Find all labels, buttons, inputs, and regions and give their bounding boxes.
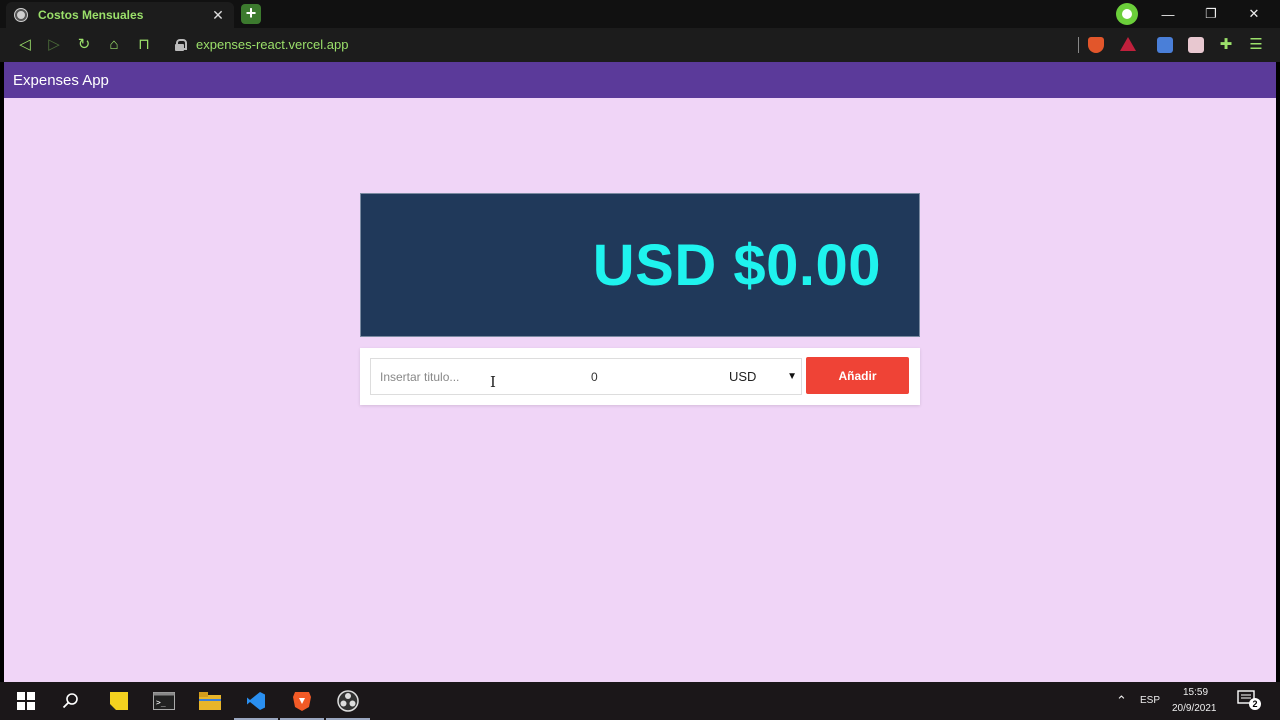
svg-text:>_: >_: [156, 698, 166, 707]
total-amount: USD $0.00: [592, 232, 881, 298]
tab-title: Costos Mensuales: [38, 8, 144, 22]
clock-date[interactable]: 20/9/2021: [1172, 703, 1217, 714]
menu-icon[interactable]: ☰: [1248, 37, 1264, 53]
lock-icon[interactable]: [175, 39, 187, 51]
vpn-extension-icon[interactable]: [1116, 3, 1138, 25]
close-window-button[interactable]: ✕: [1232, 0, 1276, 28]
clock-time[interactable]: 15:59: [1183, 687, 1208, 698]
home-icon[interactable]: ⌂: [104, 35, 124, 55]
file-explorer-icon[interactable]: [196, 687, 224, 715]
puzzle-icon[interactable]: ✚: [1218, 37, 1234, 53]
obs-studio-icon[interactable]: [326, 687, 370, 720]
forward-icon[interactable]: ▷: [44, 35, 64, 55]
add-button[interactable]: Añadir: [806, 357, 909, 394]
minimize-button[interactable]: —: [1146, 0, 1190, 28]
reload-icon[interactable]: ↻: [74, 35, 94, 55]
text-cursor-icon: I: [490, 373, 496, 391]
chevron-down-icon: ▼: [787, 371, 797, 382]
restore-button[interactable]: ❐: [1189, 0, 1233, 28]
currency-select-value: USD: [729, 369, 757, 384]
browser-toolbar: ◁ ▷ ↻ ⌂ ⊓ expenses-react.vercel.app ✚ ☰: [0, 28, 1280, 62]
tab-close-icon[interactable]: ✕: [210, 7, 226, 24]
terminal-icon[interactable]: >_: [150, 687, 178, 715]
notification-count-badge: 2: [1249, 698, 1261, 710]
search-icon[interactable]: [57, 687, 85, 715]
brave-shield-icon[interactable]: [1088, 37, 1104, 53]
extension-icon[interactable]: [1188, 37, 1204, 53]
chevron-up-icon[interactable]: ⌃: [1116, 693, 1127, 709]
app-title: Expenses App: [13, 71, 109, 89]
brave-browser-icon[interactable]: [280, 687, 324, 720]
total-card: USD $0.00: [360, 193, 920, 337]
brave-rewards-icon[interactable]: [1120, 37, 1136, 51]
amount-input[interactable]: [591, 359, 711, 394]
language-indicator[interactable]: ESP: [1140, 695, 1160, 706]
back-icon[interactable]: ◁: [15, 35, 35, 55]
input-group: USD ▼: [370, 358, 802, 395]
currency-select[interactable]: USD ▼: [723, 359, 801, 394]
bookmark-icon[interactable]: ⊓: [134, 35, 154, 55]
vscode-icon[interactable]: [234, 687, 278, 720]
notification-center-icon[interactable]: 2: [1236, 688, 1261, 712]
taskbar: >_ ⌃ ESP 15:59 20/9/2021 2: [0, 682, 1280, 720]
toolbar-divider: [1078, 37, 1079, 53]
page-content: Expenses App USD $0.00 USD ▼ Añadir I: [4, 62, 1276, 682]
globe-icon: [14, 8, 28, 22]
browser-tab-strip: Costos Mensuales ✕ + — ❐ ✕: [0, 0, 1280, 28]
sticky-notes-icon[interactable]: [105, 687, 133, 715]
expense-form: USD ▼ Añadir: [360, 348, 920, 405]
address-bar[interactable]: expenses-react.vercel.app: [196, 37, 348, 52]
windows-start-icon[interactable]: [12, 687, 40, 715]
tab-costos-mensuales[interactable]: Costos Mensuales ✕: [6, 2, 234, 28]
translate-icon[interactable]: [1157, 37, 1173, 53]
new-tab-button[interactable]: +: [241, 4, 261, 24]
app-header: Expenses App: [4, 62, 1276, 98]
title-input[interactable]: [371, 359, 591, 394]
